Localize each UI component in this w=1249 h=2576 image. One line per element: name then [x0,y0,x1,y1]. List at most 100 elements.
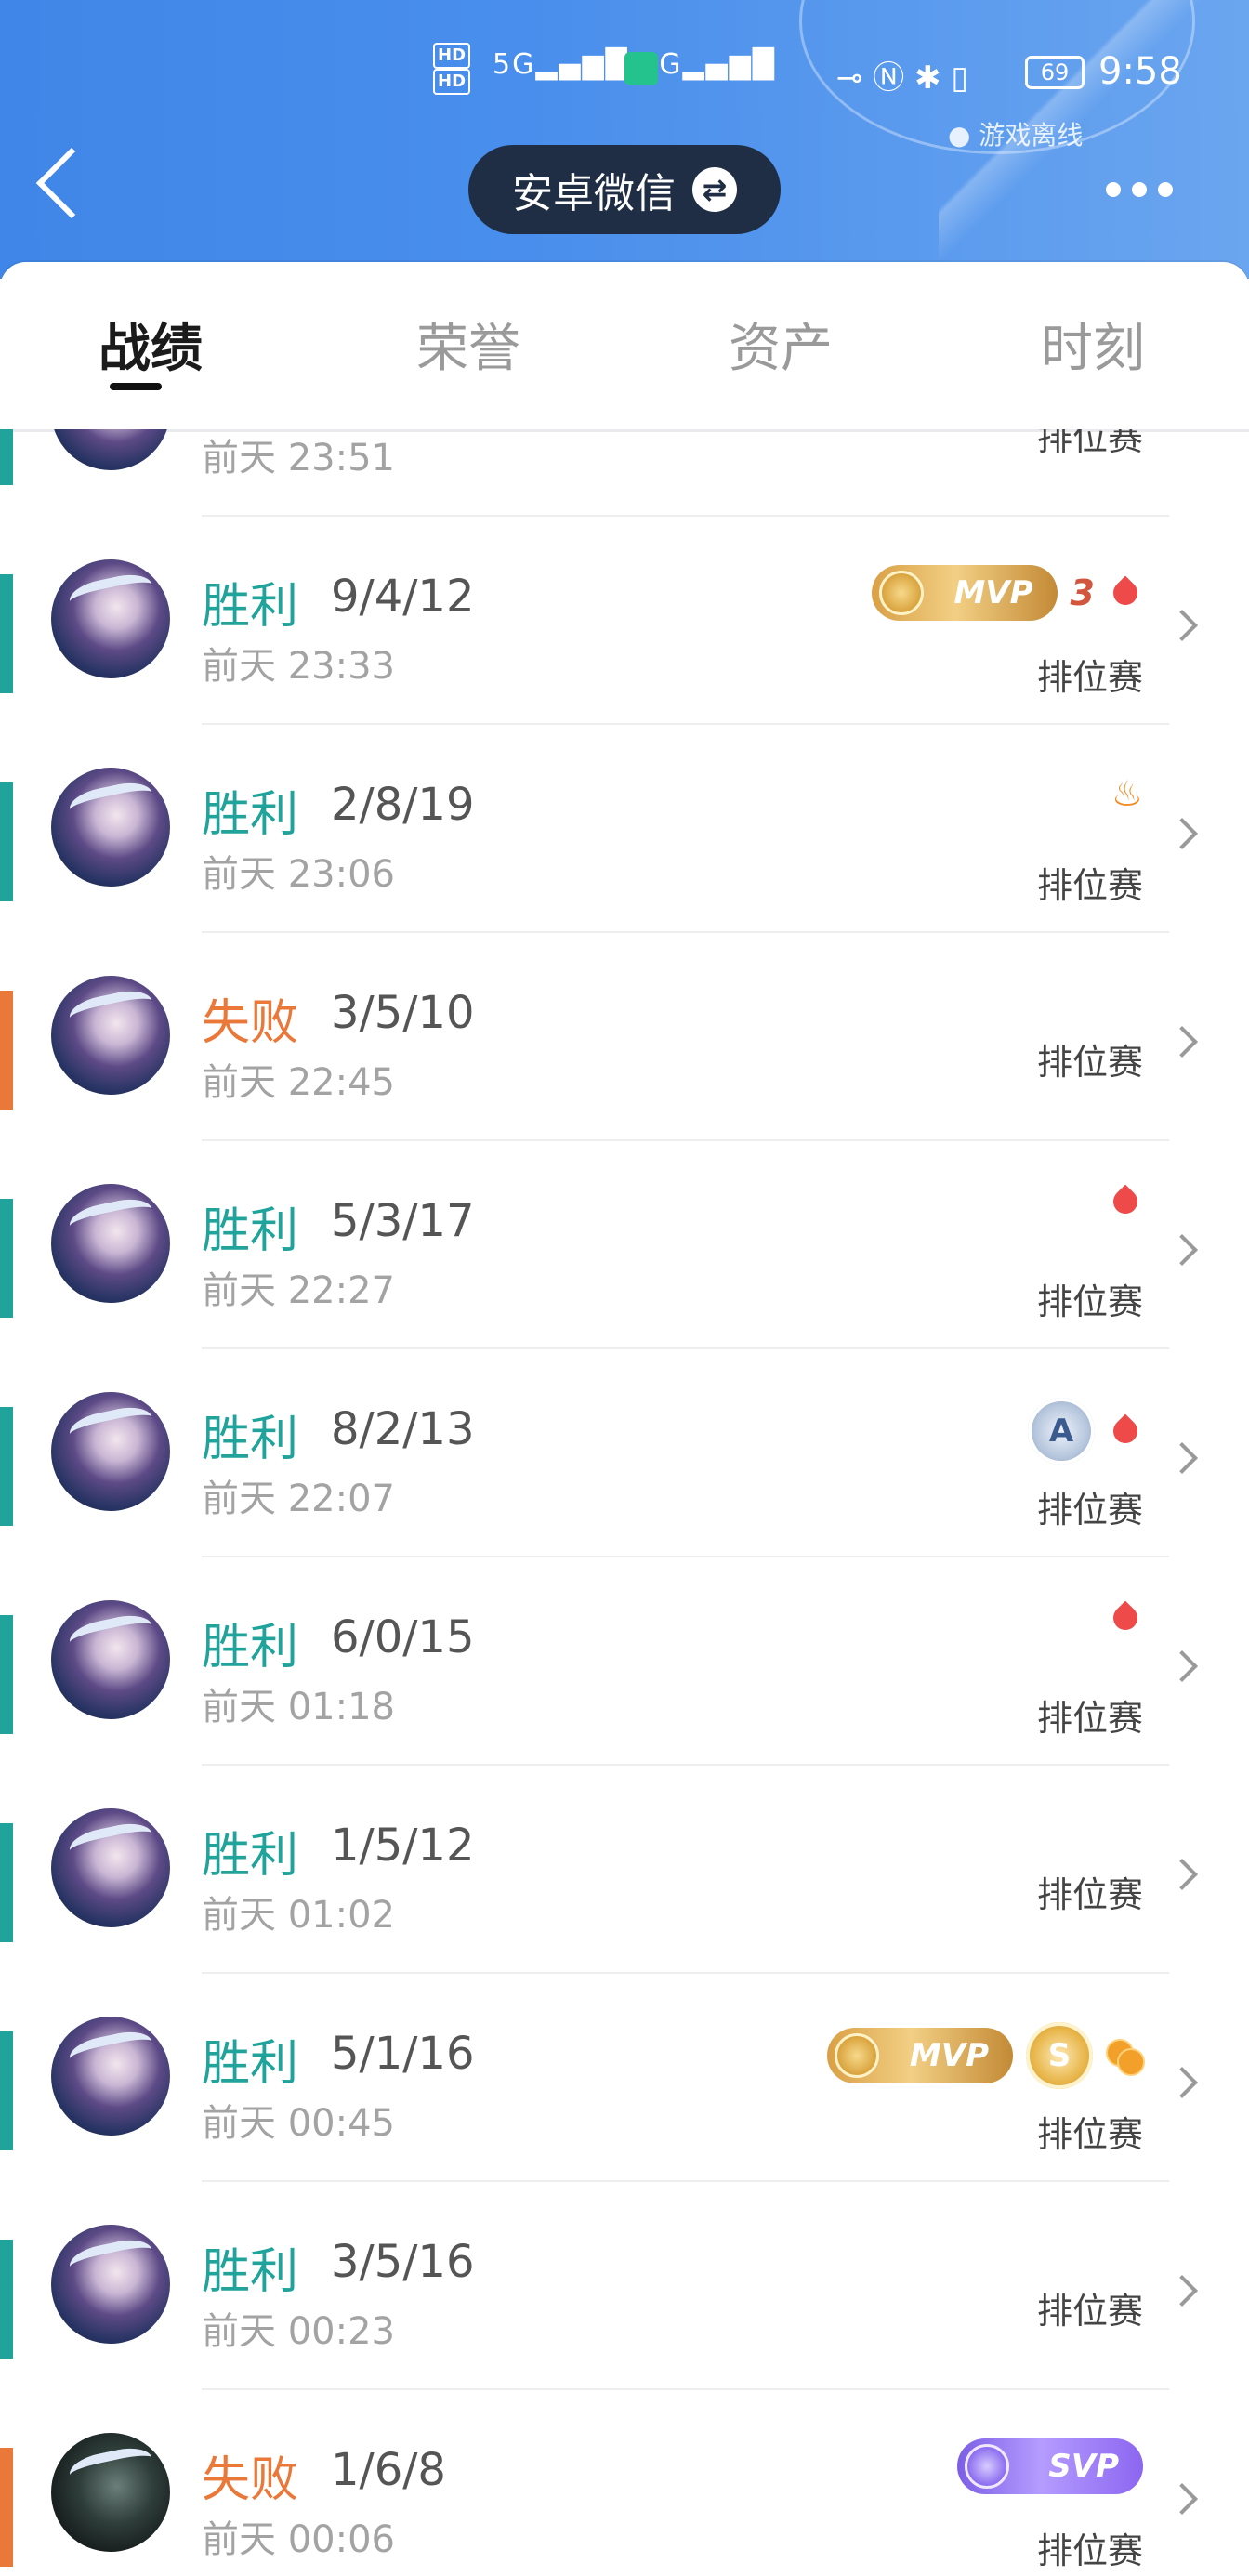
match-time: 前天 00:45 [202,2102,395,2145]
match-time: 前天 00:06 [202,2518,395,2561]
match-row[interactable]: 胜利 1/5/12 前天 01:02 排位赛 [0,1766,1249,1974]
match-result: 失败 [202,2452,299,2508]
first-blood-icon [1108,1184,1143,1219]
status-bar: HD HD 5G▂▄▆█ 4G▂▄▆█ ⊸ Ⓝ ✱ ▯ 69 9:58 ● 游戏离… [0,0,1249,151]
hero-avatar [51,1808,170,1927]
grade-s-icon: S [1026,2022,1093,2089]
triple-kill-icon: 3 [1070,572,1095,613]
match-time: 前天 23:51 [202,437,395,480]
tab-honor[interactable]: 荣誉 [416,307,520,382]
match-badges: MVP S [827,2022,1145,2089]
match-time: 前天 01:18 [202,1686,395,1728]
match-badges [1108,1184,1143,1219]
hero-avatar [51,2225,170,2344]
result-color-bar [0,1199,13,1318]
match-result: 胜利 [202,1203,299,1259]
presence-status: ● 游戏离线 [948,120,1084,151]
clock: 9:58 [1098,50,1182,93]
network-indicator: HD HD [433,43,474,95]
match-result: 胜利 [202,579,299,635]
hero-avatar [51,2433,170,2552]
match-mode: 排位赛 [1036,2291,1143,2332]
chevron-right-icon [1166,2483,1198,2515]
chevron-right-icon [1166,1859,1198,1890]
match-badges: SVP [957,2438,1143,2494]
chevron-right-icon [1166,1026,1198,1058]
match-badges: A [1028,1398,1143,1465]
status-icons: ⊸ Ⓝ ✱ ▯ [836,59,969,97]
match-row[interactable]: 胜利 9/4/12 前天 23:33 MVP 3 排位赛 [0,517,1249,725]
tab-active-indicator [110,383,162,390]
match-time: 前天 22:45 [202,1061,395,1104]
result-color-bar [0,1615,13,1734]
match-kda: 9/4/12 [331,571,475,623]
match-mode: 排位赛 [1036,1490,1143,1531]
match-mode: 排位赛 [1036,429,1143,458]
grade-a-icon: A [1028,1398,1095,1465]
first-blood-icon [1108,1413,1143,1449]
chevron-right-icon [1166,818,1198,849]
tab-record[interactable]: 战绩 [99,307,203,382]
match-row[interactable]: 胜利 5/3/17 前天 22:27 排位赛 [0,1141,1249,1349]
first-blood-icon [1108,1600,1143,1636]
match-result: 胜利 [202,787,299,843]
hero-avatar [51,2017,170,2136]
top-header: HD HD 5G▂▄▆█ 4G▂▄▆█ ⊸ Ⓝ ✱ ▯ 69 9:58 ● 游戏离… [0,0,1249,279]
result-color-bar [0,2240,13,2359]
match-kda: 8/2/13 [331,1403,475,1455]
match-result: 胜利 [202,1620,299,1676]
hero-avatar [51,559,170,678]
back-arrow-icon[interactable] [35,147,108,219]
match-mode: 排位赛 [1036,2530,1143,2571]
hero-avatar [51,976,170,1095]
first-blood-icon [1108,575,1143,611]
hero-avatar [51,429,170,470]
match-result: 胜利 [202,1828,299,1884]
hero-avatar [51,1600,170,1719]
tab-bar: 战绩 荣誉 资产 时刻 [0,262,1249,432]
chevron-right-icon [1166,1442,1198,1474]
result-color-bar [0,991,13,1110]
fire-icon: ♨ [1111,773,1143,814]
match-mode: 排位赛 [1036,865,1143,906]
match-row[interactable]: 失败 1/6/8 前天 00:06 SVP 排位赛 [0,2390,1249,2576]
chevron-right-icon [1166,1650,1198,1682]
match-row[interactable]: 胜利 3/5/16 前天 00:23 排位赛 [0,2182,1249,2390]
account-label: 安卓微信 [512,170,676,217]
match-kda: 5/1/16 [331,2028,475,2080]
account-switch-button[interactable]: 安卓微信 ⇄ [468,145,781,234]
match-mode: 排位赛 [1036,1874,1143,1915]
result-color-bar [0,429,13,485]
tab-assets[interactable]: 资产 [729,307,833,382]
shield-icon [624,52,658,85]
match-row[interactable]: 胜利 5/1/16 前天 00:45 MVP S 排位赛 [0,1974,1249,2182]
match-row[interactable]: 前天 23:51 排位赛 [0,429,1249,517]
match-row[interactable]: 失败 3/5/10 前天 22:45 排位赛 [0,933,1249,1141]
tab-moments[interactable]: 时刻 [1041,307,1145,382]
match-time: 前天 01:02 [202,1894,395,1937]
hero-avatar [51,1184,170,1303]
mvp-badge: MVP [871,565,1058,621]
svp-badge: SVP [957,2438,1143,2494]
match-mode: 排位赛 [1036,1698,1143,1739]
match-row[interactable]: 胜利 6/0/15 前天 01:18 排位赛 [0,1557,1249,1766]
match-result: 胜利 [202,2036,299,2092]
result-color-bar [0,782,13,901]
result-color-bar [0,2448,13,2567]
match-kda: 6/0/15 [331,1611,475,1663]
match-time: 前天 23:33 [202,645,395,688]
match-row[interactable]: 胜利 2/8/19 前天 23:06 ♨ 排位赛 [0,725,1249,933]
chevron-right-icon [1166,2275,1198,2307]
match-row[interactable]: 胜利 8/2/13 前天 22:07 A 排位赛 [0,1349,1249,1557]
match-kda: 2/8/19 [331,779,475,831]
match-time: 前天 23:06 [202,853,395,896]
match-badges: ♨ [1111,773,1143,814]
coins-icon [1106,2039,1145,2076]
more-options-icon[interactable] [1106,182,1173,197]
chevron-right-icon [1166,2067,1198,2098]
match-time: 前天 22:27 [202,1269,395,1312]
match-kda: 1/5/12 [331,1820,475,1872]
mvp-badge: MVP [827,2028,1013,2083]
match-result: 失败 [202,995,299,1051]
match-result: 胜利 [202,1412,299,1467]
